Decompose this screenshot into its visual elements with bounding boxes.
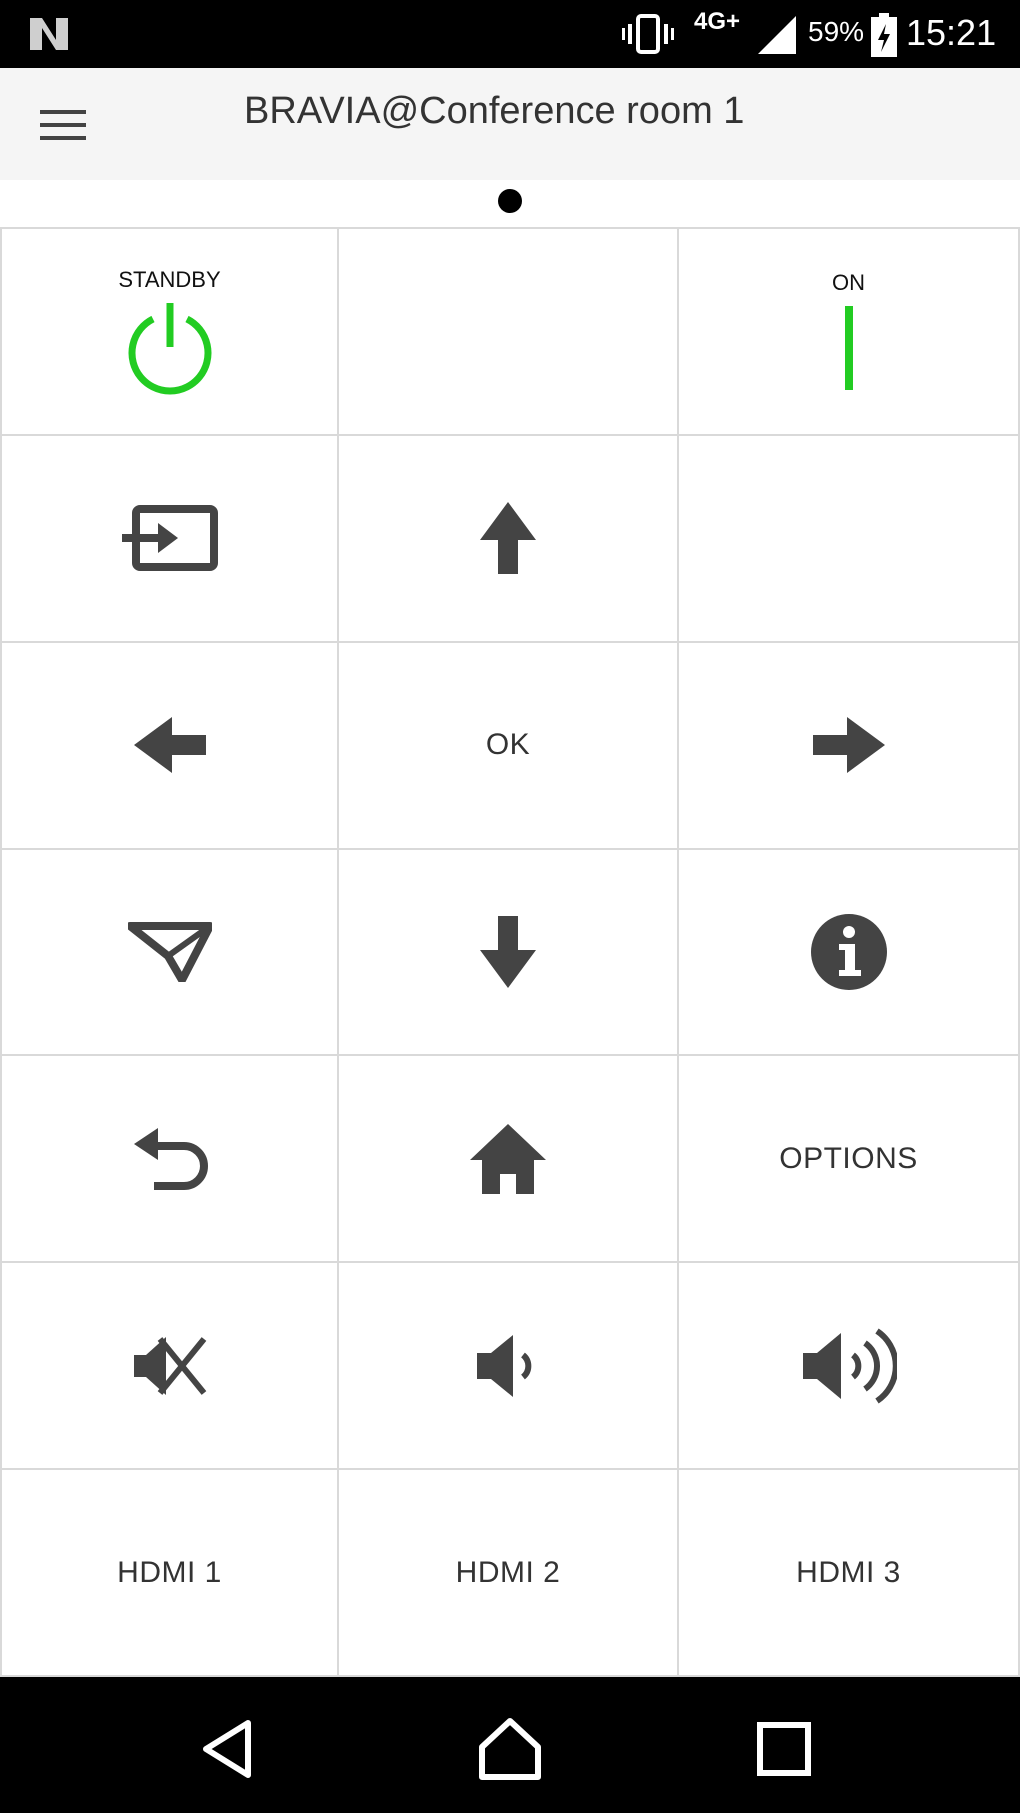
send-icon: [127, 921, 212, 982]
info-button[interactable]: [679, 849, 1020, 1057]
hdmi2-label: HDMI 2: [455, 1555, 561, 1589]
arrow-left-icon: [133, 717, 206, 774]
home-icon: [470, 1123, 546, 1194]
battery-charging-icon: [871, 13, 897, 57]
remote-grid: STANDBY ON OK OPTIONS HDMI 1 HDMI 2 HDMI…: [0, 227, 1020, 1677]
volume-down-icon: [477, 1334, 532, 1397]
n-logo-icon: [30, 18, 68, 50]
up-button[interactable]: [339, 435, 679, 643]
recents-square-icon[interactable]: [752, 1717, 816, 1781]
hdmi1-label: HDMI 1: [117, 1555, 222, 1589]
vibrate-icon: [622, 14, 674, 54]
network-type: 4G+: [694, 8, 741, 35]
hdmi3-button[interactable]: HDMI 3: [679, 1470, 1020, 1677]
mute-button[interactable]: [0, 1263, 339, 1471]
hdmi3-label: HDMI 3: [796, 1555, 901, 1589]
info-icon: [810, 913, 887, 990]
volume-up-button[interactable]: [679, 1263, 1020, 1471]
return-icon: [133, 1127, 208, 1190]
hdmi1-button[interactable]: HDMI 1: [0, 1470, 339, 1677]
arrow-up-icon: [480, 502, 536, 575]
options-label: OPTIONS: [779, 1141, 918, 1175]
system-nav-bar: [0, 1677, 1020, 1813]
volume-down-button[interactable]: [339, 1263, 679, 1471]
down-button[interactable]: [339, 849, 679, 1057]
input-button[interactable]: [0, 435, 339, 643]
standby-button[interactable]: STANDBY: [0, 229, 339, 436]
home-nav-icon[interactable]: [478, 1717, 542, 1781]
arrow-down-icon: [480, 915, 536, 988]
power-on-bar-icon: [844, 306, 853, 391]
app-bar: BRAVIA@Conference room 1: [0, 68, 1020, 180]
volume-up-icon: [802, 1328, 897, 1404]
empty-cell: [339, 229, 679, 436]
hamburger-menu-icon[interactable]: [36, 98, 90, 152]
ok-label: OK: [485, 728, 531, 762]
signal-icon: [758, 16, 796, 54]
return-button[interactable]: [0, 1056, 339, 1264]
on-label: ON: [832, 270, 865, 296]
input-source-icon: [121, 505, 218, 572]
device-title: BRAVIA@Conference room 1: [244, 90, 745, 132]
arrow-right-icon: [812, 717, 885, 774]
page-indicator-dot: [498, 189, 522, 213]
clock: 15:21: [906, 12, 997, 53]
hdmi2-button[interactable]: HDMI 2: [339, 1470, 679, 1677]
ok-button[interactable]: OK: [339, 642, 679, 850]
mute-icon: [133, 1336, 206, 1395]
empty-cell: [679, 435, 1020, 643]
back-triangle-icon[interactable]: [196, 1717, 260, 1781]
home-button[interactable]: [339, 1056, 679, 1264]
options-button[interactable]: OPTIONS: [679, 1056, 1020, 1264]
standby-label: STANDBY: [118, 267, 221, 293]
on-button[interactable]: ON: [679, 229, 1020, 436]
power-icon: [128, 303, 211, 395]
right-button[interactable]: [679, 642, 1020, 850]
left-button[interactable]: [0, 642, 339, 850]
status-bar: 4G+ 59% 15:21: [0, 0, 1020, 68]
battery-percent: 59%: [808, 16, 865, 47]
send-button[interactable]: [0, 849, 339, 1057]
